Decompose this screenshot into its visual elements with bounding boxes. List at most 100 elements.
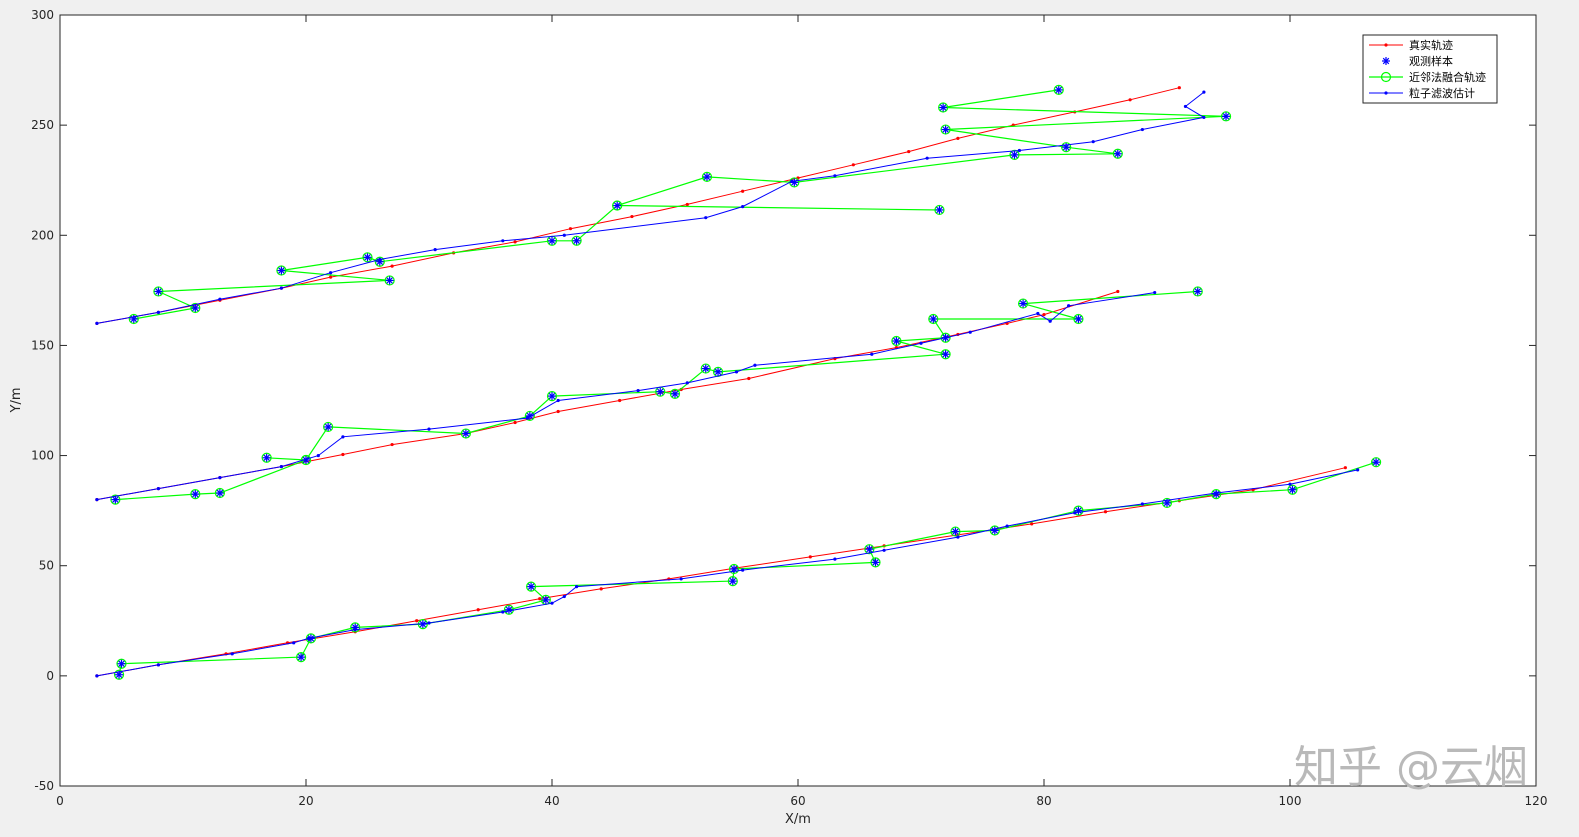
- observation-point: [728, 577, 737, 586]
- observation-point: [351, 623, 360, 632]
- estimate-point: [575, 585, 579, 589]
- observation-point: [525, 411, 534, 420]
- estimate-point: [1048, 319, 1052, 323]
- observation-point: [129, 314, 138, 323]
- observation-point: [1010, 150, 1019, 159]
- estimate-point: [741, 205, 745, 209]
- observation-point: [865, 545, 874, 554]
- estimate-point: [292, 641, 296, 645]
- estimate-point: [218, 297, 222, 301]
- y-tick-label: 250: [31, 118, 54, 132]
- estimate-point: [1005, 524, 1009, 528]
- y-tick-label: -50: [34, 779, 54, 793]
- estimate-point: [833, 557, 837, 561]
- observation-point: [385, 276, 394, 285]
- estimate-point: [753, 363, 757, 367]
- true-track-point: [1343, 466, 1347, 470]
- estimate-point: [427, 427, 431, 431]
- estimate-point: [156, 487, 160, 491]
- true-track-point: [741, 189, 745, 193]
- observation-point: [951, 527, 960, 536]
- x-tick-label: 0: [56, 794, 64, 808]
- true-track-point: [907, 149, 911, 154]
- estimate-point: [1202, 115, 1206, 120]
- estimate-point: [919, 341, 923, 345]
- true-track-point: [1116, 289, 1120, 294]
- observation-point: [1193, 287, 1202, 296]
- estimate-point: [1140, 127, 1144, 132]
- estimate-point: [734, 370, 739, 374]
- legend-symbol-dot: [1384, 43, 1388, 47]
- y-axis-label: Y/m: [9, 388, 24, 414]
- observation-point: [191, 303, 200, 312]
- observation-point: [714, 367, 723, 376]
- estimate-point: [341, 435, 345, 439]
- observation-point: [541, 595, 550, 604]
- true-track-point: [329, 275, 333, 279]
- observation-point: [990, 526, 999, 535]
- estimate-point: [556, 398, 560, 403]
- y-tick-label: 100: [31, 449, 54, 463]
- y-tick-label: 0: [46, 669, 54, 683]
- true-track-point: [341, 452, 345, 457]
- estimate-point: [501, 610, 505, 614]
- estimate-point: [1202, 90, 1206, 94]
- legend: 真实轨迹观测样本近邻法融合轨迹粒子滤波估计: [1362, 34, 1498, 104]
- estimate-point: [704, 216, 708, 220]
- observation-point: [548, 392, 556, 401]
- watermark-text: 知乎 @云烟: [1294, 742, 1528, 793]
- estimate-point: [279, 464, 283, 469]
- observation-point: [941, 333, 950, 342]
- estimate-point: [679, 577, 683, 581]
- observation-point: [262, 453, 271, 462]
- legend-label: 真实轨迹: [1409, 38, 1453, 52]
- x-axis-label: X/m: [785, 812, 811, 827]
- estimate-point: [433, 248, 437, 252]
- estimate-point: [562, 233, 566, 237]
- estimate-point: [1140, 502, 1144, 506]
- estimate-point: [741, 568, 745, 572]
- observation-point: [302, 455, 310, 464]
- true-track-point: [513, 420, 517, 425]
- estimate-point: [316, 453, 320, 458]
- true-track-point: [1042, 312, 1046, 317]
- estimate-point: [1017, 148, 1022, 153]
- estimate-point: [925, 156, 929, 160]
- estimate-point: [156, 310, 160, 314]
- estimate-point: [1356, 468, 1360, 472]
- estimate-point: [968, 330, 972, 334]
- true-track-point: [568, 227, 573, 231]
- x-tick-label: 20: [298, 794, 313, 808]
- x-tick-label: 40: [544, 794, 559, 808]
- estimate-point: [1036, 311, 1040, 316]
- legend-label: 近邻法融合轨迹: [1409, 70, 1486, 84]
- true-track-point: [476, 608, 480, 612]
- y-tick-label: 300: [31, 8, 54, 22]
- estimate-point: [685, 381, 689, 385]
- observation-point: [461, 429, 470, 438]
- true-track-point: [390, 442, 394, 447]
- estimate-point: [230, 652, 234, 656]
- true-track-point: [956, 136, 960, 140]
- legend-item: 近邻法融合轨迹: [1369, 70, 1486, 84]
- estimate-point: [95, 674, 99, 678]
- observation-point: [504, 605, 513, 614]
- estimate-point: [218, 476, 222, 480]
- observation-point: [730, 565, 739, 574]
- observation-point: [324, 422, 333, 431]
- legend-symbol-dot: [1384, 91, 1388, 95]
- observation-point: [418, 620, 427, 629]
- observation-point: [117, 659, 126, 668]
- estimate-point: [870, 352, 874, 356]
- true-track-point: [630, 214, 634, 219]
- estimate-point: [95, 498, 99, 502]
- true-track-point: [1177, 86, 1181, 90]
- observation-point: [671, 389, 679, 398]
- estimate-point: [1067, 304, 1071, 308]
- estimate-point: [156, 663, 160, 667]
- true-track-point: [513, 240, 517, 244]
- observation-point: [941, 350, 950, 359]
- y-tick-label: 200: [31, 228, 54, 242]
- observation-point: [656, 387, 665, 396]
- estimate-point: [636, 388, 640, 393]
